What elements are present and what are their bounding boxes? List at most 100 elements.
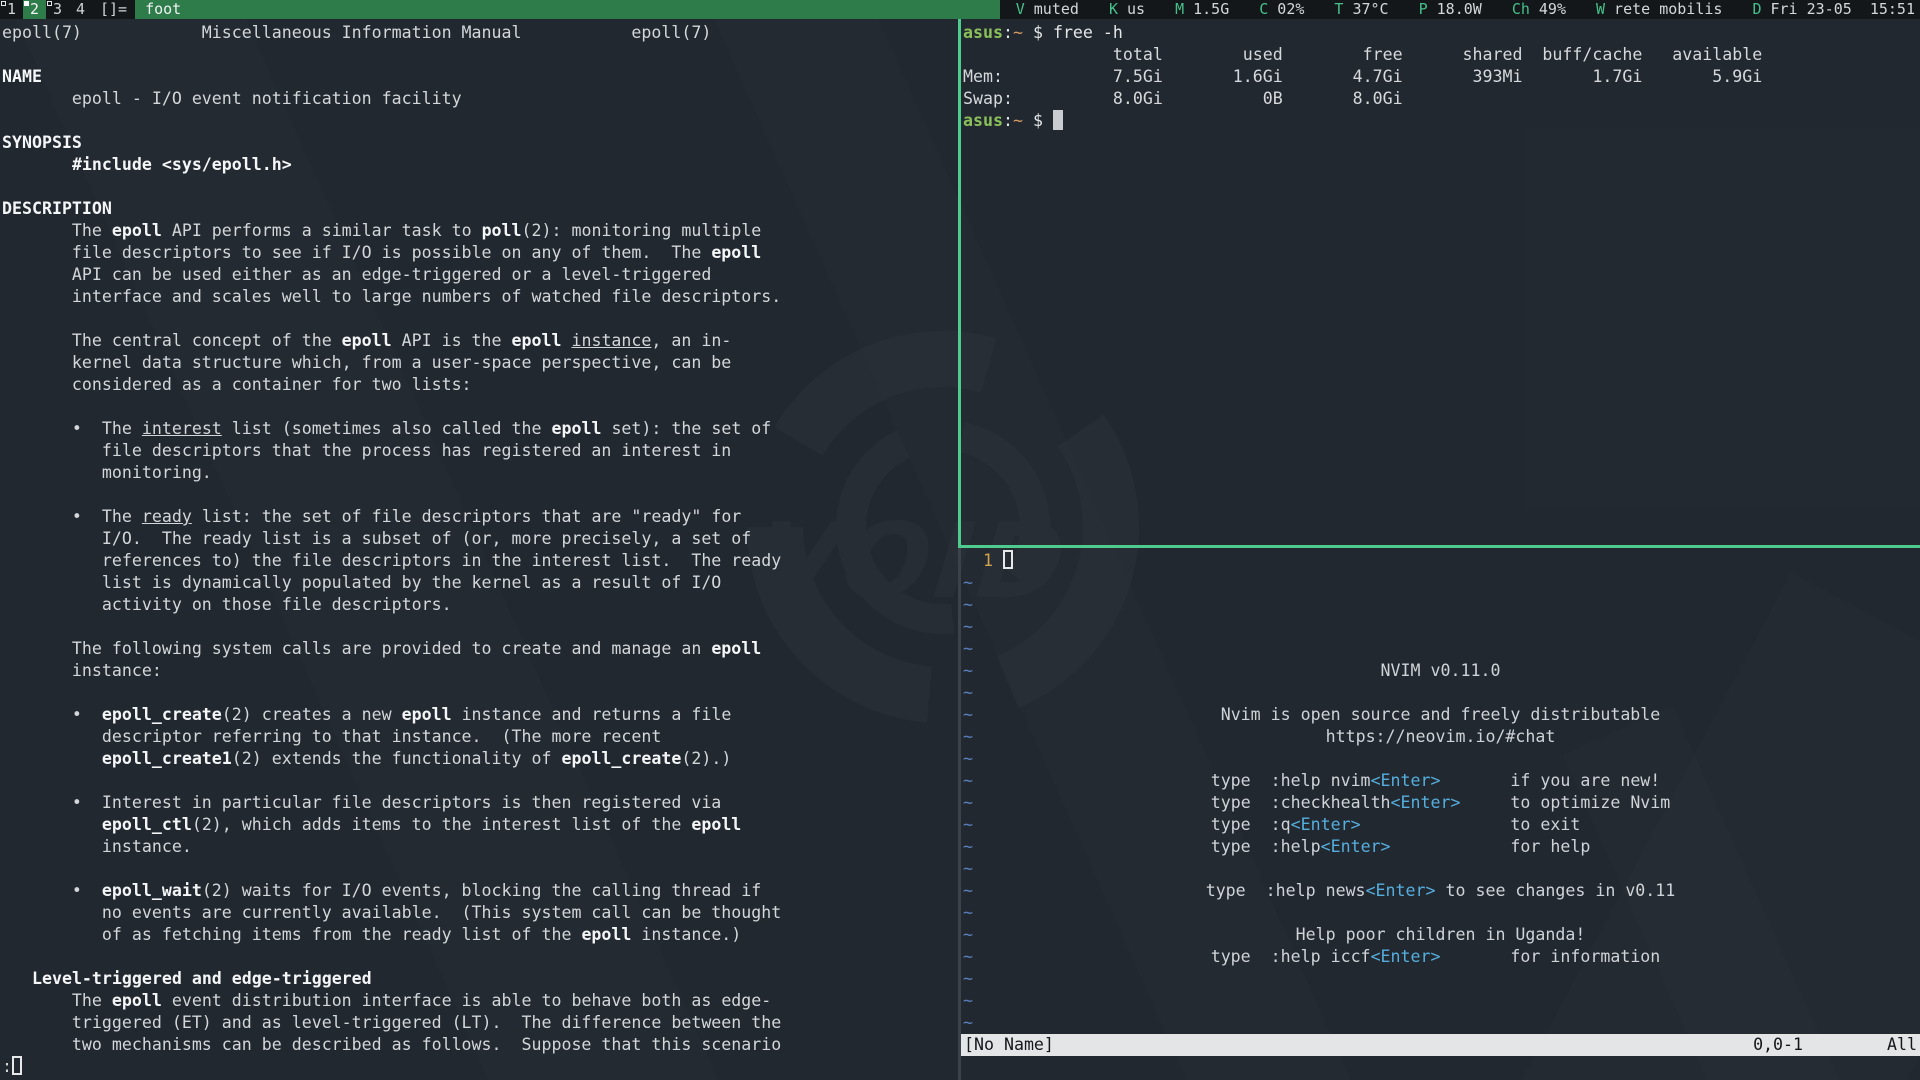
man-line: • epoll_create(2) creates a new epoll in…: [2, 704, 958, 726]
manpage-text: epoll(7) Miscellaneous Information Manua…: [0, 19, 958, 1056]
man-line: The epoll API performs a similar task to…: [2, 220, 958, 242]
workspace-tag-1[interactable]: 1: [0, 0, 23, 19]
man-line: of as fetching items from the ready list…: [2, 924, 958, 946]
prompt-user: asus: [963, 111, 1003, 130]
man-line: • The interest list (sometimes also call…: [2, 418, 958, 440]
unfocused-window-border: [958, 548, 961, 1080]
nvim-tilde-line: ~: [963, 682, 1920, 704]
workspace-tag-4[interactable]: 4: [69, 0, 92, 19]
nvim-pane[interactable]: 1 ~~~~~~~~~~~~~~~~~~~~~NVIM v0.11.0Nvim …: [961, 548, 1920, 1080]
command-text: free -h: [1053, 23, 1123, 42]
terminal-content: asus:~ $ free -h total used free shared …: [961, 19, 1920, 132]
status-item-network: W rete mobilis: [1596, 0, 1722, 19]
cursor-position: 0,0-1: [1753, 1035, 1803, 1054]
man-line: list is dynamically populated by the ker…: [2, 572, 958, 594]
status-modules: V mutedK usM 1.5GC 02%T 37°CP 18.0WCh 49…: [1000, 0, 1920, 19]
man-line: [2, 176, 958, 198]
prompt-dollar: $: [1023, 111, 1053, 130]
man-line: kernel data structure which, from a user…: [2, 352, 958, 374]
prompt-line: asus:~ $: [963, 110, 1920, 132]
man-line: I/O. The ready list is a subset of (or, …: [2, 528, 958, 550]
prompt-user: asus: [963, 23, 1003, 42]
nvim-intro-line: type :help nvim<Enter> if you are new!: [961, 770, 1920, 792]
nvim-tilde-line: ~: [963, 748, 1920, 770]
man-line: The epoll event distribution interface i…: [2, 990, 958, 1012]
focused-window-border-bottom: [958, 545, 1920, 548]
pager-prompt-line: :: [0, 1056, 958, 1078]
nvim-intro-line: NVIM v0.11.0: [961, 660, 1920, 682]
man-line: references to) the file descriptors in t…: [2, 550, 958, 572]
status-item-temperature: T 37°C: [1334, 0, 1388, 19]
tag-indicator: [1, 1, 6, 6]
nvim-tilde-line: ~: [963, 858, 1920, 880]
status-item-cpu: C 02%: [1259, 0, 1304, 19]
prompt-line: asus:~ $ free -h: [963, 22, 1920, 44]
man-line: • Interest in particular file descriptor…: [2, 792, 958, 814]
man-line: epoll - I/O event notification facility: [2, 88, 958, 110]
nvim-intro-line: type :help iccf<Enter> for information: [961, 946, 1920, 968]
statusline-right: 0,0-1 All: [1753, 1034, 1917, 1056]
nvim-tilde-line: ~: [963, 1012, 1920, 1034]
manpage-pane[interactable]: epoll(7) Miscellaneous Information Manua…: [0, 19, 958, 1080]
man-line: NAME: [2, 66, 958, 88]
man-line: [2, 946, 958, 968]
nvim-statusline: [No Name] 0,0-1 All: [961, 1034, 1920, 1056]
status-item-power: P 18.0W: [1419, 0, 1482, 19]
man-line: considered as a container for two lists:: [2, 374, 958, 396]
status-item-date: D Fri 23-05 15:51: [1752, 0, 1915, 19]
nvim-tilde-line: ~: [963, 990, 1920, 1012]
status-item-memory: M 1.5G: [1175, 0, 1229, 19]
nvim-intro-line: type :help<Enter> for help: [961, 836, 1920, 858]
nvim-intro-line: Nvim is open source and freely distribut…: [961, 704, 1920, 726]
nvim-buffer: 1 ~~~~~~~~~~~~~~~~~~~~~NVIM v0.11.0Nvim …: [961, 548, 1920, 1034]
nvim-intro-line: Help poor children in Uganda!: [961, 924, 1920, 946]
status-item-volume: V muted: [1016, 0, 1079, 19]
man-line: The central concept of the epoll API is …: [2, 330, 958, 352]
free-output: total used free shared buff/cache availa…: [963, 44, 1920, 110]
man-line: • epoll_wait(2) waits for I/O events, bl…: [2, 880, 958, 902]
man-line: Level-triggered and edge-triggered: [2, 968, 958, 990]
scroll-indicator: All: [1887, 1035, 1917, 1054]
man-line: [2, 484, 958, 506]
nvim-tilde-line: ~: [963, 638, 1920, 660]
man-line: [2, 858, 958, 880]
man-line: instance.: [2, 836, 958, 858]
workspace-tags: 1234: [0, 0, 92, 19]
man-line: activity on those file descriptors.: [2, 594, 958, 616]
status-bar: 1234 []= foot V muted K us M 1.5G C 02% T 37…: [0, 0, 1920, 19]
man-line: epoll_create1(2) extends the functionali…: [2, 748, 958, 770]
nvim-tilde-line: ~: [963, 902, 1920, 924]
status-item-keyboard: K us: [1109, 0, 1145, 19]
man-line: instance:: [2, 660, 958, 682]
man-line: [2, 682, 958, 704]
man-line: [2, 396, 958, 418]
prompt-dollar: $: [1023, 23, 1053, 42]
nvim-intro-line: https://neovim.io/#chat: [961, 726, 1920, 748]
man-line: [2, 770, 958, 792]
man-line: interface and scales well to large numbe…: [2, 286, 958, 308]
nvim-tilde-line: ~: [963, 594, 1920, 616]
window-title: foot: [135, 0, 1000, 19]
man-line: descriptor referring to that instance. (…: [2, 726, 958, 748]
terminal-pane[interactable]: asus:~ $ free -h total used free shared …: [961, 19, 1920, 545]
man-line: no events are currently available. (This…: [2, 902, 958, 924]
man-line: [2, 616, 958, 638]
buffer-line-1: 1: [963, 550, 1920, 572]
nvim-tilde-line: ~: [963, 572, 1920, 594]
buffer-name: [No Name]: [964, 1034, 1054, 1056]
prompt-path: ~: [1013, 111, 1023, 130]
tag-indicator: [47, 1, 52, 6]
inactive-cursor: [1003, 550, 1013, 569]
pager-colon: :: [2, 1057, 12, 1076]
man-line: [2, 110, 958, 132]
layout-indicator[interactable]: []=: [92, 0, 135, 19]
focused-window-border-left: [958, 19, 961, 548]
workspace-tag-2[interactable]: 2: [23, 0, 46, 19]
inactive-cursor: [12, 1056, 22, 1075]
man-line: epoll(7) Miscellaneous Information Manua…: [2, 22, 958, 44]
man-line: two mechanisms can be described as follo…: [2, 1034, 958, 1056]
man-line: • The ready list: the set of file descri…: [2, 506, 958, 528]
prompt-colon: :: [1003, 23, 1013, 42]
workspace-tag-3[interactable]: 3: [46, 0, 69, 19]
man-line: monitoring.: [2, 462, 958, 484]
